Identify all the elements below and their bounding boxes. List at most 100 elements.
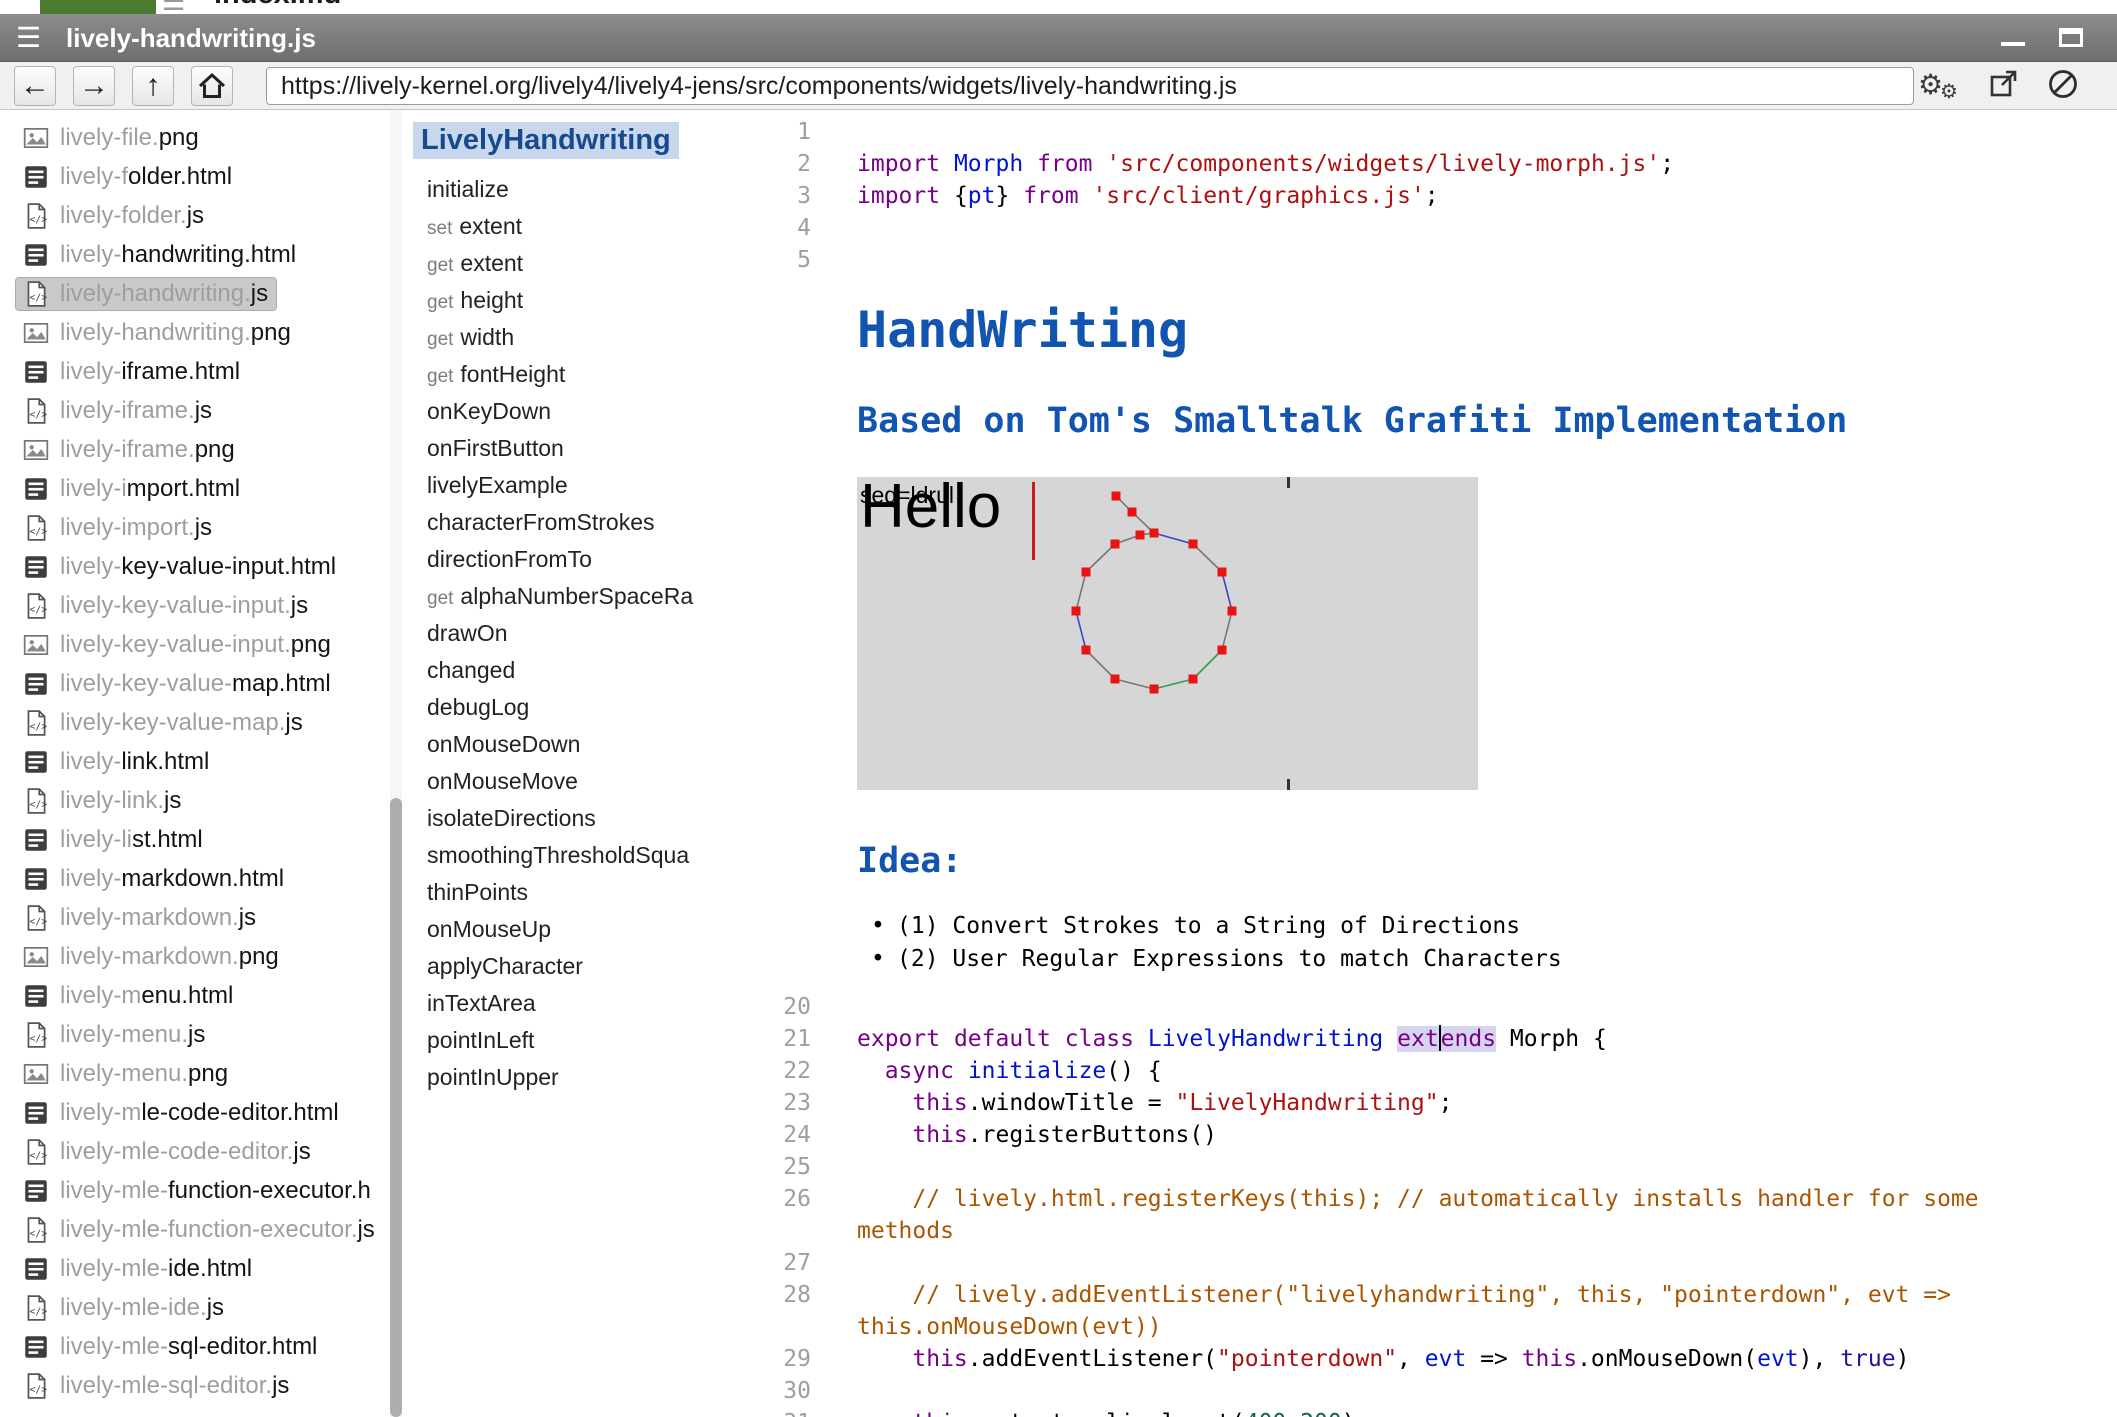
file-item[interactable]: lively-mle-sql-editor.html <box>0 1327 405 1366</box>
code-line[interactable]: import Morph from 'src/components/widget… <box>845 148 2117 180</box>
outline-item[interactable]: pointInUpper <box>405 1059 737 1096</box>
outline-item[interactable]: pointInLeft <box>405 1022 737 1059</box>
file-item[interactable]: lively-key-value-map.html <box>0 664 405 703</box>
file-item[interactable]: </>lively-import.js <box>0 508 405 547</box>
code-line[interactable] <box>845 212 2117 244</box>
file-item[interactable]: lively-handwriting.png <box>0 313 405 352</box>
file-item[interactable]: </>lively-handwriting.js <box>0 274 405 313</box>
code-line[interactable]: import {pt} from 'src/client/graphics.js… <box>845 180 2117 212</box>
outline-item[interactable]: onKeyDown <box>405 393 737 430</box>
back-button[interactable]: ← <box>14 66 56 106</box>
js-file-icon: </> <box>22 904 50 932</box>
file-item[interactable]: </>lively-key-value-input.js <box>0 586 405 625</box>
file-item[interactable]: lively-list.html <box>0 820 405 859</box>
file-item[interactable]: </>lively-key-value-map.js <box>0 703 405 742</box>
file-item[interactable]: </>lively-markdown.js <box>0 898 405 937</box>
scrollbar-thumb[interactable] <box>390 798 402 1417</box>
outline-item[interactable]: debugLog <box>405 689 737 726</box>
file-item[interactable]: </>lively-mle-function-executor.js <box>0 1210 405 1249</box>
code-line[interactable] <box>845 1151 2117 1183</box>
file-item[interactable]: lively-markdown.png <box>0 937 405 976</box>
outline-item[interactable]: isolateDirections <box>405 800 737 837</box>
window-titlebar[interactable]: ☰ lively-handwriting.js <box>0 14 2117 62</box>
code-line[interactable] <box>845 1375 2117 1407</box>
code-line[interactable]: async initialize() { <box>845 1055 2117 1087</box>
outline-item[interactable]: thinPoints <box>405 874 737 911</box>
minimize-button[interactable] <box>1993 14 2033 62</box>
outline-item[interactable]: drawOn <box>405 615 737 652</box>
file-item[interactable]: </>lively-mle-code-editor.js <box>0 1132 405 1171</box>
code-line[interactable] <box>845 991 2117 1023</box>
block-button[interactable] <box>2046 67 2080 106</box>
outline-item[interactable]: getheight <box>405 282 737 319</box>
outline-item[interactable]: inTextArea <box>405 985 737 1022</box>
outline-item[interactable]: onMouseUp <box>405 911 737 948</box>
code-line[interactable]: this.extent = lively.pt(400,200) <box>845 1407 2117 1417</box>
code-line[interactable]: this.registerButtons() <box>845 1119 2117 1151</box>
file-item[interactable]: lively-key-value-input.html <box>0 547 405 586</box>
outline-item[interactable]: getalphaNumberSpaceRa <box>405 578 737 615</box>
stroke-drawing <box>857 477 1478 790</box>
file-item[interactable]: </>lively-menu.js <box>0 1015 405 1054</box>
outline-item[interactable]: characterFromStrokes <box>405 504 737 541</box>
file-item[interactable]: lively-mle-function-executor.h <box>0 1171 405 1210</box>
open-external-button[interactable] <box>1988 68 2020 105</box>
outline-item[interactable]: getextent <box>405 245 737 282</box>
file-item[interactable]: lively-link.html <box>0 742 405 781</box>
file-item[interactable]: lively-iframe.png <box>0 430 405 469</box>
outline-item[interactable]: setextent <box>405 208 737 245</box>
file-item[interactable]: </>lively-iframe.js <box>0 391 405 430</box>
outline-item[interactable]: applyCharacter <box>405 948 737 985</box>
file-item[interactable]: lively-iframe.html <box>0 352 405 391</box>
code-line[interactable]: this.windowTitle = "LivelyHandwriting"; <box>845 1087 2117 1119</box>
outline-item[interactable]: getwidth <box>405 319 737 356</box>
file-item[interactable]: lively-markdown.html <box>0 859 405 898</box>
file-item[interactable]: lively-menu.html <box>0 976 405 1015</box>
html-file-icon <box>22 826 50 854</box>
file-item[interactable]: lively-menu.png <box>0 1054 405 1093</box>
outline-item[interactable]: changed <box>405 652 737 689</box>
file-item[interactable]: </>lively-mle-sql-editor.js <box>0 1366 405 1405</box>
forward-button[interactable]: → <box>73 66 115 106</box>
file-item[interactable]: </>lively-folder.js <box>0 196 405 235</box>
settings-gears-button[interactable]: ⚙ ⚙ <box>1918 66 1962 106</box>
outline-item[interactable]: directionFromTo <box>405 541 737 578</box>
file-name: lively-link.html <box>60 748 209 776</box>
window-menu-hamburger-icon[interactable]: ☰ <box>16 21 41 54</box>
file-item[interactable]: </>lively-mle-ide.js <box>0 1288 405 1327</box>
code-line[interactable] <box>845 244 2117 276</box>
outline-item[interactable]: smoothingThresholdSqua <box>405 837 737 874</box>
file-item[interactable]: lively-handwriting.html <box>0 235 405 274</box>
code-line[interactable]: export default class LivelyHandwriting e… <box>845 1023 2117 1055</box>
file-item[interactable]: lively-import.html <box>0 469 405 508</box>
background-window-strip[interactable]: ☰ index.md <box>0 0 2117 14</box>
file-item[interactable]: lively-mle-code-editor.html <box>0 1093 405 1132</box>
home-button[interactable] <box>191 66 233 106</box>
code-editor[interactable]: 12import Morph from 'src/components/widg… <box>737 110 2117 1417</box>
outline-item[interactable]: onFirstButton <box>405 430 737 467</box>
outline-item[interactable]: getfontHeight <box>405 356 737 393</box>
code-line[interactable] <box>845 1247 2117 1279</box>
outline-item[interactable]: onMouseDown <box>405 726 737 763</box>
file-item[interactable]: lively-key-value-input.png <box>0 625 405 664</box>
up-button[interactable]: ↑ <box>132 66 174 106</box>
code-line[interactable]: // lively.addEventListener("livelyhandwr… <box>845 1279 2117 1343</box>
html-file-icon <box>22 1333 50 1361</box>
url-address-input[interactable] <box>266 67 1914 105</box>
file-item[interactable]: lively-mle-ide.html <box>0 1249 405 1288</box>
file-item[interactable]: lively-file.png <box>0 118 405 157</box>
file-item[interactable]: </>lively-link.js <box>0 781 405 820</box>
file-name: lively-handwriting.html <box>60 241 296 269</box>
outline-item-label: characterFromStrokes <box>427 509 655 535</box>
file-item[interactable]: lively-folder.html <box>0 157 405 196</box>
code-line[interactable]: // lively.html.registerKeys(this); // au… <box>845 1183 2117 1247</box>
outline-item[interactable]: initialize <box>405 171 737 208</box>
outline-item[interactable]: livelyExample <box>405 467 737 504</box>
code-line[interactable]: this.addEventListener("pointerdown", evt… <box>845 1343 2117 1375</box>
outline-item[interactable]: onMouseMove <box>405 763 737 800</box>
outline-class-name[interactable]: LivelyHandwriting <box>413 122 679 159</box>
code-line[interactable] <box>845 116 2117 148</box>
file-name: lively-mle-ide.html <box>60 1255 252 1283</box>
maximize-button[interactable] <box>2051 14 2091 62</box>
file-name: lively-import.js <box>60 514 212 542</box>
